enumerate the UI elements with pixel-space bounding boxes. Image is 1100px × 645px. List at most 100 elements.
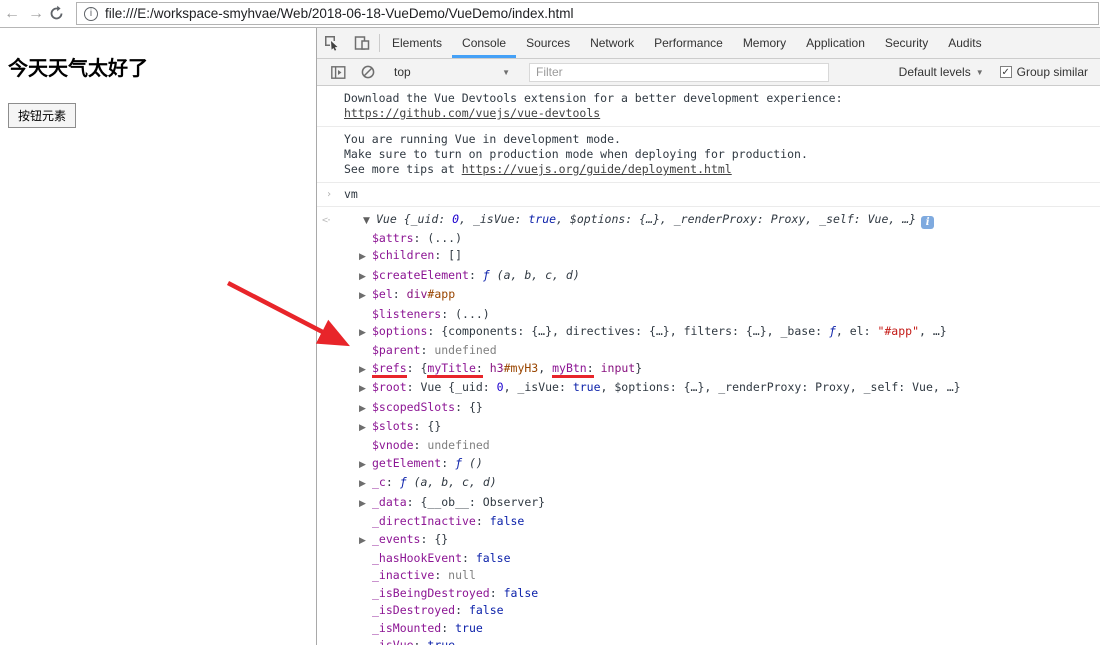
property-row[interactable]: ▶ $createElement: ƒ (a, b, c, d) — [359, 267, 1100, 286]
token-p: : — [462, 550, 476, 565]
token-b: true — [455, 620, 483, 635]
token-i: , _isVue: — [459, 212, 529, 226]
property-row[interactable]: _hasHookEvent: false — [359, 550, 1100, 567]
console-sidebar-toggle-icon[interactable] — [323, 65, 353, 79]
url-text[interactable]: file:///E:/workspace-smyhvae/Web/2018-06… — [105, 6, 573, 21]
filter-input[interactable] — [529, 62, 829, 82]
token-id: #myH3 — [503, 360, 539, 375]
property-row[interactable]: ▶ $options: {components: {…}, directives:… — [359, 323, 1100, 342]
token-k: myTitle — [427, 360, 476, 378]
token-id: #app — [427, 287, 456, 302]
token-k: $parent — [372, 343, 421, 358]
token-p: : — [586, 360, 594, 378]
property-row[interactable]: ▶ $root: Vue {_uid: 0, _isVue: true, $opt… — [359, 379, 1100, 398]
vue-object-preview[interactable]: <· ▼ Vue {_uid: 0, _isVue: true, $options… — [317, 210, 1100, 230]
token-k: $scopedSlots — [372, 399, 456, 414]
token-p: : {__ob__: Observer} — [406, 494, 546, 509]
token-k: _inactive — [372, 568, 435, 583]
property-row[interactable]: ▶ _data: {__ob__: Observer} — [359, 494, 1100, 513]
log-levels-dropdown[interactable]: Default levels ▼ — [899, 65, 984, 79]
token-n: 0 — [496, 380, 504, 395]
property-row[interactable]: _inactive: null — [359, 567, 1100, 584]
property-row[interactable]: $listeners: (...) — [359, 306, 1100, 323]
checkbox-checked-icon[interactable]: ✓ — [999, 66, 1012, 78]
token-k: $vnode — [372, 438, 414, 453]
group-similar-setting[interactable]: ✓ Group similar — [999, 65, 1088, 79]
console-output[interactable]: Download the Vue Devtools extension for … — [317, 86, 1100, 645]
property-row[interactable]: ▶ _events: {} — [359, 531, 1100, 550]
result-icon: <· — [322, 215, 332, 226]
tab-application[interactable]: Application — [796, 28, 875, 58]
vue-devtools-link[interactable]: https://github.com/vuejs/vue-devtools — [344, 106, 600, 120]
expand-arrow-icon[interactable]: ▶ — [359, 325, 372, 342]
forward-icon[interactable]: → — [24, 5, 48, 23]
inspect-element-icon[interactable] — [317, 28, 347, 58]
property-row[interactable]: ▶ $slots: {} — [359, 418, 1100, 437]
token-p: : — [385, 475, 400, 490]
token-k: $createElement — [372, 267, 469, 282]
token-k: $children — [372, 248, 435, 263]
expand-arrow-icon[interactable]: ▶ — [359, 288, 372, 305]
page-info-icon[interactable]: i — [84, 6, 98, 21]
url-bar[interactable]: i file:///E:/workspace-smyhvae/Web/2018-… — [76, 2, 1099, 25]
token-k: $slots — [372, 419, 414, 434]
property-row[interactable]: _isBeingDestroyed: false — [359, 585, 1100, 602]
token-k: _directInactive — [372, 514, 476, 529]
expand-arrow-icon[interactable]: ▶ — [359, 362, 372, 379]
tab-audits[interactable]: Audits — [938, 28, 991, 58]
expand-arrow-icon[interactable]: ▶ — [359, 269, 372, 286]
expand-arrow-icon[interactable]: ▶ — [359, 249, 372, 266]
tab-performance[interactable]: Performance — [644, 28, 733, 58]
token-p: , …} — [919, 324, 947, 339]
tab-console[interactable]: Console — [452, 28, 517, 58]
property-row[interactable]: ▶ _c: ƒ (a, b, c, d) — [359, 474, 1100, 493]
token-p: , el: — [835, 324, 878, 339]
expand-arrow-icon[interactable]: ▶ — [359, 381, 372, 398]
tab-network[interactable]: Network — [580, 28, 644, 58]
expand-arrow-icon[interactable]: ▶ — [359, 401, 372, 418]
token-b: false — [468, 603, 504, 618]
expand-arrow-open-icon[interactable]: ▼ — [363, 212, 376, 230]
back-icon[interactable]: ← — [0, 5, 24, 23]
property-row[interactable]: ▶ $scopedSlots: {} — [359, 399, 1100, 418]
expand-arrow-icon[interactable]: ▶ — [359, 533, 372, 550]
tab-sources[interactable]: Sources — [516, 28, 580, 58]
property-row[interactable]: ▶ $el: div#app — [359, 286, 1100, 305]
property-row[interactable]: _directInactive: false — [359, 513, 1100, 530]
token-tag: div — [406, 287, 428, 302]
property-row[interactable]: _isVue: true — [359, 637, 1100, 645]
token-p: : — [455, 603, 469, 618]
property-row[interactable]: _isDestroyed: false — [359, 602, 1100, 619]
devtools-panel: Elements Console Sources Network Performance… — [316, 28, 1100, 645]
clear-console-icon[interactable] — [353, 65, 383, 79]
tab-elements[interactable]: Elements — [382, 28, 452, 58]
vue-devtools-hint-icon[interactable]: i — [921, 216, 935, 229]
chevron-down-icon: ▼ — [502, 67, 510, 77]
tab-security[interactable]: Security — [875, 28, 938, 58]
expand-arrow-icon[interactable]: ▶ — [359, 457, 372, 474]
expand-arrow-icon[interactable]: ▶ — [359, 496, 372, 513]
property-row[interactable]: $attrs: (...) — [359, 230, 1100, 247]
token-p — [594, 361, 601, 375]
property-row[interactable]: ▶ $children: [] — [359, 247, 1100, 266]
property-row[interactable]: $vnode: undefined — [359, 437, 1100, 454]
token-p: : {} — [420, 531, 449, 546]
chevron-down-icon: ▼ — [975, 67, 984, 77]
message-text: Download the Vue Devtools extension for … — [344, 91, 843, 105]
reload-icon[interactable] — [48, 5, 72, 22]
device-toolbar-icon[interactable] — [347, 28, 377, 58]
property-row[interactable]: ▶ $refs: {myTitle: h3#myH3, myBtn: input} — [359, 360, 1100, 379]
property-row[interactable]: $parent: undefined — [359, 342, 1100, 359]
property-row[interactable]: ▶ getElement: ƒ () — [359, 455, 1100, 474]
token-k: _isBeingDestroyed — [372, 585, 490, 600]
expand-arrow-icon[interactable]: ▶ — [359, 420, 372, 437]
token-p: , _isVue: — [503, 380, 573, 395]
deployment-guide-link[interactable]: https://vuejs.org/guide/deployment.html — [462, 162, 732, 176]
expand-arrow-icon[interactable]: ▶ — [359, 476, 372, 493]
tab-memory[interactable]: Memory — [733, 28, 796, 58]
execution-context-selector[interactable]: top ▼ — [388, 65, 516, 79]
property-row[interactable]: _isMounted: true — [359, 620, 1100, 637]
token-k: $attrs — [372, 231, 414, 245]
token-p: : — [441, 620, 456, 635]
page-button[interactable]: 按钮元素 — [8, 103, 77, 128]
